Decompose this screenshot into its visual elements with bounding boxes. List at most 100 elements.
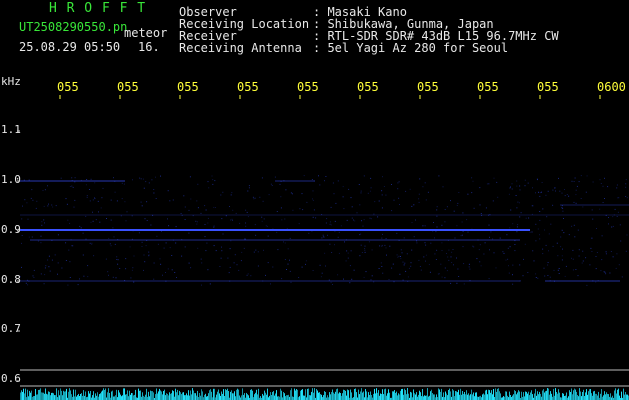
noise-dot <box>272 266 274 268</box>
noise-bar <box>371 395 372 400</box>
noise-bar <box>493 389 494 400</box>
noise-bar <box>125 394 126 400</box>
noise-bar <box>519 391 520 400</box>
noise-bar <box>576 391 577 400</box>
noise-dot <box>153 192 155 194</box>
noise-bar <box>172 390 173 400</box>
noise-dot <box>184 206 186 208</box>
noise-bar <box>431 389 432 400</box>
noise-bar <box>436 394 437 400</box>
noise-dot <box>446 270 448 272</box>
noise-dot <box>397 256 399 258</box>
noise-dot <box>616 216 618 217</box>
noise-dot <box>45 265 47 267</box>
noise-dot <box>604 271 606 273</box>
noise-dot <box>620 240 622 242</box>
noise-bar <box>361 388 362 400</box>
noise-dot <box>424 182 426 184</box>
noise-dot <box>516 226 518 228</box>
noise-dot <box>276 231 278 233</box>
noise-dot <box>550 223 552 225</box>
noise-bar <box>375 393 376 400</box>
noise-bar <box>379 395 380 400</box>
noise-bar <box>556 392 557 400</box>
noise-dot <box>28 236 30 238</box>
noise-dot <box>361 220 362 222</box>
noise-bar <box>93 391 94 400</box>
noise-dot <box>129 246 131 248</box>
noise-dot <box>308 232 310 234</box>
noise-dot <box>167 268 169 270</box>
noise-bar <box>406 394 407 400</box>
noise-dot <box>599 208 601 210</box>
noise-dot <box>462 212 464 214</box>
noise-bar <box>348 390 349 400</box>
noise-bar <box>185 395 186 400</box>
noise-dot <box>542 248 544 250</box>
noise-dot <box>625 250 627 252</box>
noise-dot <box>26 202 28 204</box>
noise-bar <box>49 391 50 400</box>
noise-dot <box>575 202 577 204</box>
noise-bar <box>331 392 332 400</box>
noise-bar <box>35 389 36 400</box>
noise-dot <box>480 213 482 214</box>
noise-dot <box>263 249 264 251</box>
noise-dot <box>289 237 291 239</box>
noise-dot <box>568 234 570 236</box>
noise-dot <box>208 187 210 189</box>
noise-bar <box>334 393 335 400</box>
noise-bar <box>455 391 456 400</box>
noise-dot <box>157 243 159 245</box>
noise-bar <box>625 392 626 400</box>
noise-dot <box>478 249 480 251</box>
noise-dot <box>319 184 321 186</box>
noise-dot <box>585 191 587 193</box>
noise-bar <box>53 393 54 400</box>
noise-dot <box>169 200 171 202</box>
noise-bar <box>459 394 460 400</box>
noise-bar <box>45 388 46 400</box>
noise-bar <box>281 390 282 400</box>
noise-dot <box>592 218 594 220</box>
noise-dot <box>370 187 372 189</box>
noise-dot <box>349 282 351 284</box>
noise-dot <box>396 254 398 256</box>
noise-bar <box>428 396 429 400</box>
noise-dot <box>562 210 564 212</box>
noise-dot <box>229 266 231 268</box>
noise-dot <box>389 245 391 247</box>
noise-dot <box>123 183 125 185</box>
noise-dot <box>609 272 611 274</box>
noise-dot <box>592 181 594 183</box>
noise-bar <box>274 395 275 400</box>
noise-dot <box>23 179 25 181</box>
noise-bar <box>311 391 312 400</box>
noise-dot <box>213 206 215 208</box>
noise-dot <box>409 188 411 190</box>
noise-dot <box>423 256 425 258</box>
noise-dot <box>65 242 67 244</box>
noise-bar <box>23 388 24 400</box>
noise-dot <box>398 197 400 199</box>
noise-dot <box>163 247 165 249</box>
noise-dot <box>132 267 134 269</box>
noise-bar <box>470 394 471 400</box>
noise-bar <box>25 388 26 400</box>
noise-dot <box>31 236 33 238</box>
noise-dot <box>391 210 393 212</box>
noise-dot <box>155 198 157 199</box>
noise-bar <box>101 391 102 400</box>
noise-dot <box>207 181 209 183</box>
noise-bar <box>563 393 564 400</box>
noise-dot <box>377 216 379 218</box>
noise-dot <box>265 274 266 276</box>
noise-dot <box>543 267 545 269</box>
noise-dot <box>276 211 278 212</box>
noise-dot <box>253 251 255 253</box>
noise-bar <box>246 392 247 400</box>
noise-dot <box>364 248 366 249</box>
noise-dot <box>47 259 49 261</box>
noise-dot <box>527 272 529 273</box>
noise-dot <box>560 246 562 248</box>
